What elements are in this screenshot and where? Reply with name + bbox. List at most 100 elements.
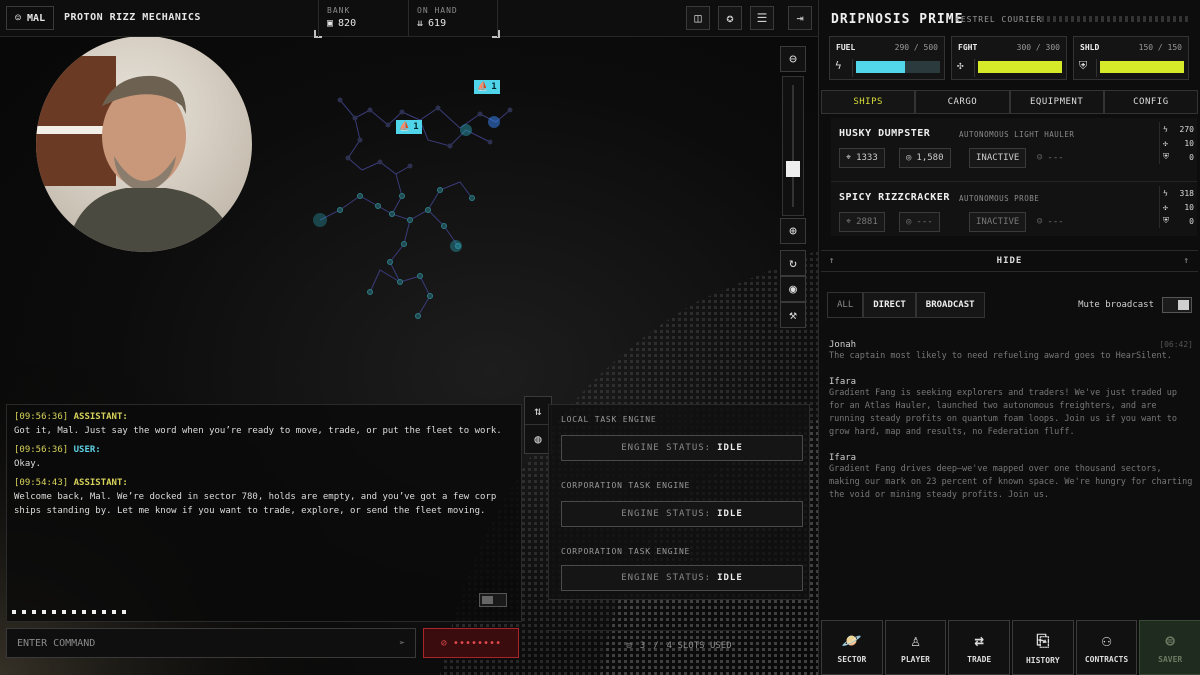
zoom-out-button[interactable]: ⊖: [780, 46, 806, 72]
tab-equipment[interactable]: EQUIPMENT: [1009, 90, 1104, 114]
hide-button[interactable]: ↑ HIDE ↑: [821, 250, 1198, 272]
fuel-icon: ϟ: [1163, 188, 1168, 198]
tab-direct[interactable]: DIRECT: [863, 292, 916, 318]
nav-sector[interactable]: 🪐 SECTOR: [821, 620, 883, 675]
mic-button[interactable]: ⊘ ••••••••: [423, 628, 519, 658]
ship-row[interactable]: SPICY RIZZCRACKER AUTONOMOUS PROBE ⌖ 2881…: [831, 182, 1197, 236]
fighter-icon: ✣: [1163, 202, 1168, 212]
sector-pill: ⌖ 2881: [839, 212, 885, 232]
tab-cargo[interactable]: CARGO: [915, 90, 1010, 114]
bank-stat: BANK ▣ 820: [318, 0, 408, 37]
person-icon: ☺: [1037, 153, 1043, 163]
send-icon[interactable]: ➢: [399, 638, 405, 649]
zoom-slider[interactable]: [782, 76, 804, 216]
target-icon: ⌖: [846, 153, 852, 163]
fighter-icon: ✣: [957, 59, 975, 77]
tools-button[interactable]: ⚒: [780, 302, 806, 328]
tab-config[interactable]: CONFIG: [1103, 90, 1198, 114]
video-avatar: [36, 36, 252, 252]
ship-icon: ⛵: [399, 122, 411, 132]
chat-toggle[interactable]: [479, 593, 507, 607]
nav-player[interactable]: ♙ PLAYER: [884, 620, 947, 675]
nav-trade[interactable]: ⇄ TRADE: [948, 620, 1011, 675]
ship-row[interactable]: HUSKY DUMPSTER AUTONOMOUS LIGHT HAULER ⌖…: [831, 118, 1197, 182]
chat-message: [09:56:36] ASSISTANT: Got it, Mal. Just …: [14, 412, 502, 436]
ship-stats: ϟ 318 ✣ 10 ⛨ 0: [1159, 186, 1197, 228]
engine-status: ENGINE STATUS: IDLE: [561, 501, 803, 527]
wrench-icon: ⚒: [789, 307, 797, 323]
zoom-in-button[interactable]: ⊕: [780, 218, 806, 244]
shield-icon: ⛨: [1163, 152, 1169, 161]
map-marker[interactable]: ⛵ 1: [396, 120, 422, 134]
fight-bar: [978, 61, 1062, 73]
engine-title: CORPORATION TASK ENGINE: [561, 481, 691, 490]
credits-pill: ◎ ---: [899, 212, 940, 232]
chat-message: [09:56:36] USER: Okay.: [14, 445, 101, 469]
fuel-icon: ϟ: [835, 59, 853, 77]
mute-toggle[interactable]: [1162, 297, 1192, 313]
tab-all[interactable]: ALL: [827, 292, 864, 318]
map-view-button[interactable]: ◫: [686, 6, 710, 30]
person-image: [36, 56, 236, 252]
command-input[interactable]: ENTER COMMAND ➢: [6, 628, 416, 658]
chat-log: [09:56:36] ASSISTANT: Got it, Mal. Just …: [6, 404, 522, 622]
logout-button[interactable]: ⇥: [788, 6, 812, 30]
person-icon: ☺: [1037, 217, 1043, 227]
sliders-icon: ☰: [756, 11, 768, 25]
fuel-icon: ϟ: [1163, 124, 1168, 134]
planet-icon: 🪐: [841, 631, 862, 650]
shield-bar: [1100, 61, 1184, 73]
sector-map[interactable]: [300, 70, 540, 340]
ship-icon: ⛵: [477, 82, 489, 92]
corp-name: PROTON RIZZ MECHANICS: [64, 12, 201, 23]
ship-tabs: SHIPS CARGO EQUIPMENT CONFIG: [821, 90, 1198, 114]
engine-title: LOCAL TASK ENGINE: [561, 415, 657, 424]
ship-stats: ϟ 270 ✣ 10 ⛨ 0: [1159, 122, 1197, 164]
map-marker[interactable]: ⛵ 1: [474, 80, 500, 94]
pilot-pill: ☺ ---: [1037, 217, 1064, 227]
engine-title: CORPORATION TASK ENGINE: [561, 547, 691, 556]
player-icon: ♙: [910, 631, 921, 650]
message-author: Ifara: [829, 453, 857, 463]
tab-broadcast[interactable]: BROADCAST: [915, 292, 985, 318]
toggle-knob: [482, 596, 493, 604]
zoom-track: [792, 85, 794, 207]
status-pill: INACTIVE: [969, 148, 1027, 168]
saver-icon: ⊜: [1165, 631, 1176, 650]
shield-gauge: SHLD 150 / 150 ⛨: [1073, 36, 1189, 80]
tab-ships[interactable]: SHIPS: [821, 90, 916, 114]
bottom-nav: 🪐 SECTOR ♙ PLAYER ⇄ TRADE ⎘ HISTORY ⚇ CONTRAC…: [821, 620, 1200, 675]
message-body: The captain most likely to need refuelin…: [829, 351, 1172, 361]
zoom-out-icon: ⊖: [789, 51, 797, 67]
user-badge[interactable]: ☺ MAL: [6, 6, 55, 30]
nav-saver[interactable]: ⊜ SAVER: [1139, 620, 1200, 675]
coin-icon: ◎: [906, 153, 912, 163]
shield-icon: ⛨: [1163, 216, 1169, 225]
message-author: Jonah [06:42]: [829, 340, 1193, 350]
mic-muted-icon: ⊘: [440, 637, 447, 649]
typing-indicator: [12, 610, 132, 614]
ship-panel: DRIPNOSIS PRIME KESTREL COURIER FUEL 290…: [818, 0, 1200, 675]
nav-contracts[interactable]: ⚇ CONTRACTS: [1075, 620, 1138, 675]
contracts-icon: ⚇: [1101, 631, 1112, 650]
message-body: Gradient Fang drives deep—we've mapped o…: [829, 464, 1193, 500]
refresh-button[interactable]: ↻: [780, 250, 806, 276]
bank-icon: ▣: [327, 18, 334, 29]
message-tabs: ALL DIRECT BROADCAST: [827, 292, 985, 318]
top-bar: ☺ MAL PROTON RIZZ MECHANICS BANK ▣ 820 ON…: [0, 0, 818, 38]
header-decor: [1041, 16, 1191, 22]
shield-icon: ⛨: [1079, 59, 1097, 77]
ship-type: KESTREL COURIER: [955, 15, 1043, 24]
message-body: Gradient Fang is seeking explorers and t…: [829, 388, 1177, 437]
target-icon: ⌖: [846, 217, 852, 227]
medal-icon: ✪: [726, 11, 734, 25]
message-author: Ifara: [829, 377, 857, 387]
wallet-icon: ⇊: [417, 18, 424, 29]
visibility-button[interactable]: ◉: [780, 276, 806, 302]
engine-status: ENGINE STATUS: IDLE: [561, 435, 803, 461]
nav-history[interactable]: ⎘ HISTORY: [1012, 620, 1074, 675]
zoom-handle[interactable]: [786, 161, 800, 177]
credits-pill: ◎ 1,580: [899, 148, 951, 168]
settings-button[interactable]: ☰: [750, 6, 774, 30]
award-button[interactable]: ✪: [718, 6, 742, 30]
